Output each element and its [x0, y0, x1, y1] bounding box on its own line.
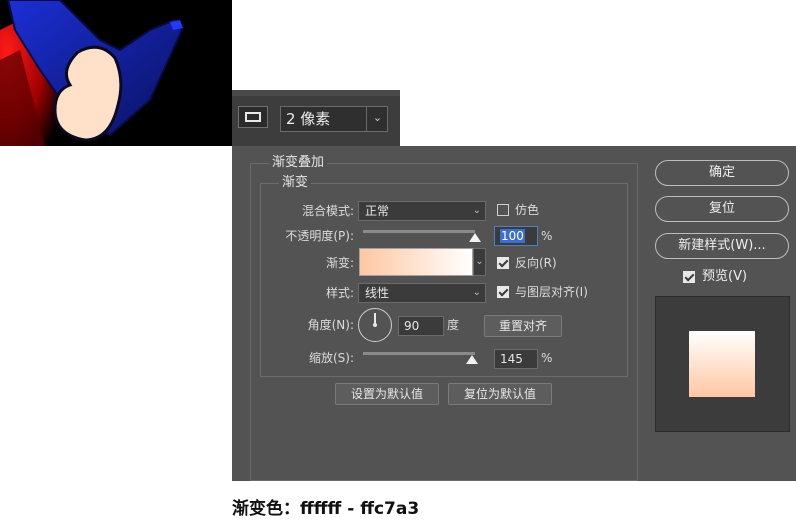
reset-alignment-button[interactable]: 重置对齐 [484, 315, 562, 337]
dither-checkbox[interactable] [497, 204, 509, 216]
angle-input[interactable]: 90 [398, 316, 444, 336]
scale-unit: % [541, 351, 553, 365]
artwork-preview [0, 0, 232, 146]
chevron-down-icon: ⌄ [472, 287, 481, 298]
chevron-down-icon: ⌄ [472, 205, 481, 216]
scale-slider-track[interactable] [363, 352, 475, 355]
gradient-label: 渐变: [325, 256, 354, 270]
gradient-overlay-dialog: 渐变叠加 渐变 混合模式: 正常 ⌄ 仿色 不透明度(P): 100 % 渐变:… [232, 146, 796, 481]
ok-button[interactable]: 确定 [655, 160, 789, 186]
angle-unit: 度 [447, 318, 460, 332]
artwork-illustration [0, 0, 232, 146]
preview-swatch [689, 331, 755, 397]
style-label: 样式: [325, 286, 354, 300]
preview-checkbox[interactable] [683, 271, 695, 283]
angle-label: 角度(N): [307, 318, 354, 332]
chevron-down-icon[interactable]: ⌄ [366, 106, 388, 132]
align-layer-checkbox[interactable] [497, 286, 509, 298]
style-value: 线性 [365, 286, 390, 300]
angle-dial[interactable] [358, 308, 392, 342]
opacity-value: 100 [500, 229, 525, 243]
opacity-slider-thumb[interactable] [469, 233, 481, 242]
opacity-slider-track[interactable] [363, 230, 475, 233]
angle-center-dot [373, 323, 377, 327]
blend-mode-label: 混合模式: [301, 204, 354, 218]
blend-mode-select[interactable]: 正常 ⌄ [358, 201, 486, 221]
opacity-input[interactable]: 100 [494, 226, 538, 246]
group-title: 渐变 [279, 175, 312, 191]
scale-slider-thumb[interactable] [465, 355, 478, 364]
set-default-button[interactable]: 设置为默认值 [335, 383, 439, 405]
reset-default-button[interactable]: 复位为默认值 [448, 383, 552, 405]
chevron-down-icon[interactable]: ⌄ [473, 248, 486, 276]
preview-label: 预览(V) [702, 269, 748, 284]
new-style-button[interactable]: 新建样式(W)... [655, 233, 789, 259]
options-toolbar: 2 像素 ⌄ [232, 90, 400, 146]
stroke-shape-icon[interactable] [238, 106, 268, 128]
toolbar-top-edge [232, 90, 400, 96]
scale-label: 缩放(S): [308, 351, 354, 365]
reset-button[interactable]: 复位 [655, 196, 789, 222]
gradient-caption: 渐变色：ffffff - ffc7a3 [232, 499, 420, 519]
gradient-swatch[interactable] [359, 248, 473, 276]
opacity-unit: % [541, 229, 553, 243]
opacity-label: 不透明度(P): [285, 229, 354, 243]
align-layer-label: 与图层对齐(I) [515, 285, 588, 299]
reverse-label: 反向(R) [515, 256, 557, 270]
style-select[interactable]: 线性 ⌄ [358, 283, 486, 303]
section-title: 渐变叠加 [269, 155, 328, 171]
dither-label: 仿色 [515, 203, 540, 217]
scale-input[interactable]: 145 [494, 349, 538, 369]
reverse-checkbox[interactable] [497, 257, 509, 269]
blend-mode-value: 正常 [365, 204, 390, 218]
